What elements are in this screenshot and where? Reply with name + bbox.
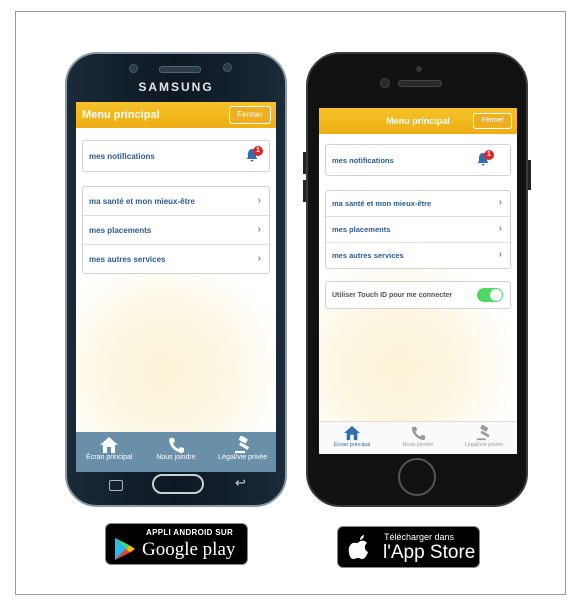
chevron-right-icon: ›: [257, 195, 261, 206]
notifications-row[interactable]: mes notifications 1: [326, 145, 510, 175]
gavel-icon: [234, 436, 249, 453]
notifications-card[interactable]: mes notifications 1: [82, 140, 270, 172]
services-list: ma santé et mon mieux-être › mes placemen…: [82, 186, 270, 274]
android-menu-header: Menu principal Fermer: [76, 102, 276, 128]
android-home-key[interactable]: [152, 474, 204, 494]
list-item-health[interactable]: ma santé et mon mieux-être ›: [326, 191, 510, 216]
menu-title: Menu principal: [82, 109, 160, 121]
tab-label: Nous joindre: [402, 442, 434, 448]
chevron-right-icon: ›: [257, 224, 261, 235]
apple-icon: [348, 535, 368, 559]
gavel-icon: [476, 425, 490, 441]
back-key-icon[interactable]: ↩: [235, 475, 246, 491]
list-item-health[interactable]: ma santé et mon mieux-être ›: [83, 187, 269, 215]
chevron-right-icon: ›: [257, 253, 261, 264]
google-badge-main: Google play: [142, 539, 236, 560]
iphone-speaker: [398, 80, 442, 87]
android-screen: Menu principal Fermer mes notifications …: [76, 102, 276, 472]
tab-label: Nous joindre: [156, 454, 196, 461]
iphone-tab-bar: Écran principal Nous joindre Légal/vie p…: [319, 421, 517, 454]
list-item-label: ma santé et mon mieux-être: [332, 199, 432, 208]
notifications-label: mes notifications: [332, 155, 394, 165]
android-phone: SAMSUNG Menu principal Fermer mes notifi…: [65, 52, 287, 507]
tab-contact[interactable]: Nous joindre: [385, 422, 451, 454]
chevron-right-icon: ›: [498, 197, 502, 208]
home-icon: [100, 437, 119, 453]
tab-legal[interactable]: Légal/vie privée: [451, 422, 517, 454]
tab-label: Écran principal: [333, 442, 371, 448]
notifications-card[interactable]: mes notifications 1: [325, 144, 511, 176]
list-item-investments[interactable]: mes placements ›: [326, 216, 510, 242]
apple-badge-main: l'App Store: [383, 542, 476, 563]
iphone-proximity-sensor: [416, 66, 422, 72]
iphone-menu-header: Menu principal Fermer: [319, 108, 517, 134]
list-item-label: mes autres services: [89, 254, 166, 264]
list-item-label: ma santé et mon mieux-être: [89, 196, 195, 206]
list-item-label: mes placements: [332, 225, 391, 234]
android-camera: [223, 63, 232, 72]
android-brand: SAMSUNG: [138, 80, 214, 94]
google-play-icon: [115, 538, 135, 560]
google-badge-top: APPLI ANDROID SUR: [146, 528, 234, 537]
close-button[interactable]: Fermer: [229, 106, 271, 124]
list-item-other-services[interactable]: mes autres services ›: [326, 242, 510, 268]
close-button[interactable]: Fermer: [473, 113, 512, 129]
chevron-right-icon: ›: [498, 223, 502, 234]
home-icon: [344, 425, 360, 441]
notifications-row[interactable]: mes notifications 1: [83, 141, 269, 171]
tab-label: Écran principal: [86, 454, 133, 461]
google-play-badge[interactable]: APPLI ANDROID SUR Google play: [105, 523, 248, 565]
list-item-investments[interactable]: mes placements ›: [83, 215, 269, 244]
tab-contact[interactable]: Nous joindre: [143, 432, 210, 472]
iphone-screen: Menu principal Fermer mes notifications …: [319, 108, 517, 454]
touch-id-toggle[interactable]: [477, 288, 503, 302]
iphone-home-button[interactable]: [398, 458, 436, 496]
touch-id-card: Utiliser Touch ID pour me connecter: [325, 281, 511, 309]
notification-badge: 1: [484, 150, 494, 160]
notification-badge: 1: [253, 146, 263, 156]
touch-id-label: Utiliser Touch ID pour me connecter: [332, 291, 453, 299]
android-tab-bar: Écran principal Nous joindre Légal/vie p…: [76, 432, 276, 472]
notifications-label: mes notifications: [89, 151, 155, 161]
chevron-right-icon: ›: [498, 249, 502, 260]
list-item-label: mes placements: [89, 225, 152, 235]
list-item-other-services[interactable]: mes autres services ›: [83, 244, 269, 273]
services-list: ma santé et mon mieux-être › mes placemen…: [325, 190, 511, 269]
recent-apps-key[interactable]: [109, 480, 123, 491]
touch-id-row: Utiliser Touch ID pour me connecter: [326, 282, 510, 308]
iphone-power-button: [528, 160, 531, 190]
phone-icon: [411, 426, 426, 441]
tab-legal[interactable]: Légal/vie privée: [209, 432, 276, 472]
app-store-badge[interactable]: Télécharger dans l'App Store: [337, 526, 480, 568]
phone-icon: [169, 438, 184, 453]
apple-badge-top: Télécharger dans: [384, 532, 455, 542]
iphone-camera: [380, 78, 390, 88]
android-sensor: [129, 64, 138, 73]
list-item-label: mes autres services: [332, 251, 404, 260]
tab-label: Légal/vie privée: [464, 442, 504, 448]
tab-home[interactable]: Écran principal: [76, 432, 143, 472]
iphone-phone: Menu principal Fermer mes notifications …: [306, 52, 528, 507]
menu-title: Menu principal: [386, 116, 450, 126]
android-speaker: [159, 66, 201, 73]
tab-home[interactable]: Écran principal: [319, 422, 385, 454]
tab-label: Légal/vie privée: [218, 454, 268, 461]
